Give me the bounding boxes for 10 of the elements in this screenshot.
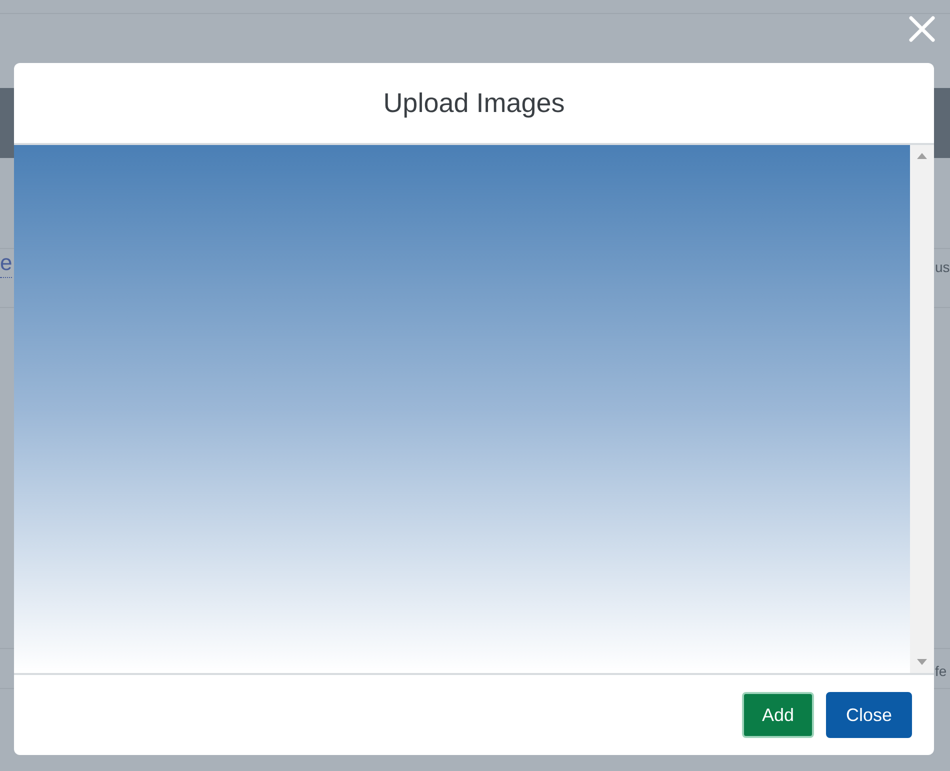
close-icon[interactable] [908,15,936,43]
scroll-down-icon[interactable] [917,659,927,665]
dialog-title: Upload Images [383,86,565,120]
add-button[interactable]: Add [742,692,814,738]
label-text: us [935,258,950,277]
link-text[interactable]: e [0,249,12,278]
scrollbar[interactable] [910,145,934,673]
close-button[interactable]: Close [826,692,912,738]
label-text: fe [935,662,948,681]
scroll-up-icon[interactable] [917,153,927,159]
